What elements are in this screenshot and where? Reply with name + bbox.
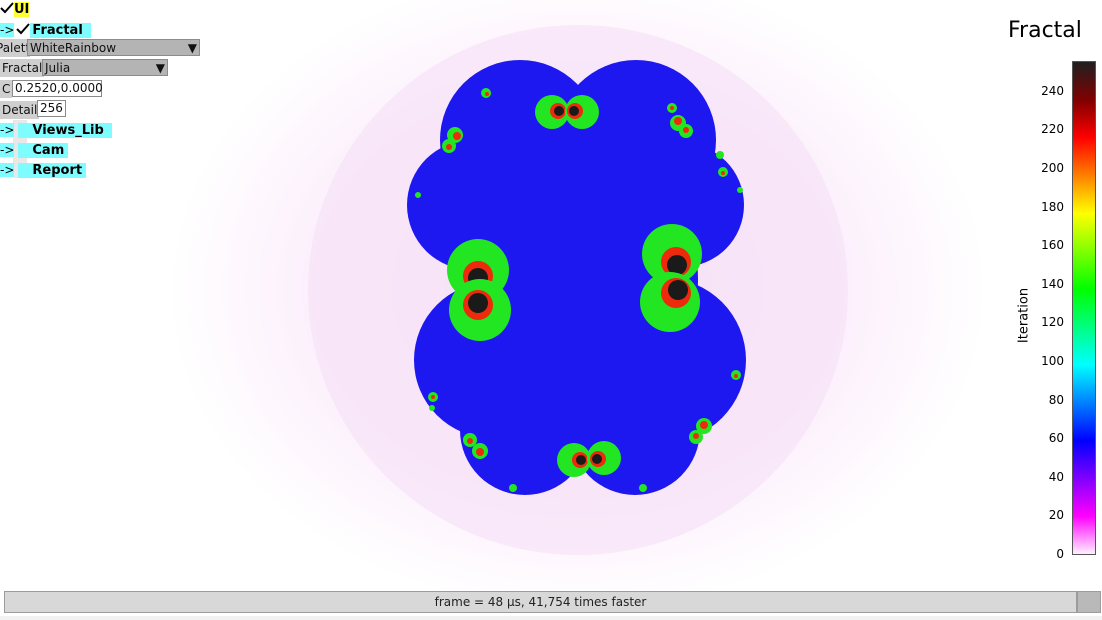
colorbar-tick-label: 120 <box>1041 315 1064 330</box>
colorbar-tick-label: 180 <box>1041 199 1064 214</box>
ui-toggle-label: UI <box>14 2 30 17</box>
colorbar-title: Fractal <box>1008 18 1082 43</box>
fractal-type-label: Fractal <box>0 59 45 77</box>
section-label: Report <box>18 163 87 178</box>
status-bar-handle[interactable] <box>1077 591 1101 613</box>
colorbar-tick-label: 80 <box>1048 392 1064 407</box>
checkmark-icon <box>0 1 14 15</box>
palette-value: WhiteRainbow <box>30 41 117 55</box>
section-views-lib[interactable]: -> Views_Lib <box>0 121 112 139</box>
dropdown-arrow-icon: ▼ <box>187 41 197 55</box>
checkmark-icon <box>16 22 31 36</box>
section-label: Views_Lib <box>18 123 112 138</box>
fractal-type-value: Julia <box>45 61 71 75</box>
section-cam[interactable]: -> Cam <box>0 141 69 159</box>
ui-toggle-row[interactable]: UI <box>0 0 30 18</box>
colorbar-tick-label: 240 <box>1041 83 1064 98</box>
fractal-toggle-row[interactable]: -> Fractal <box>0 21 91 39</box>
colorbar-tick-label: 40 <box>1048 469 1064 484</box>
julia-set-render <box>170 0 986 590</box>
colorbar-tick-label: 200 <box>1041 161 1064 176</box>
expand-arrow-icon: -> <box>0 163 15 177</box>
palette-label: Palett <box>0 39 30 57</box>
dropdown-arrow-icon: ▼ <box>155 61 165 75</box>
c-input[interactable]: 0.2520,0.0000 <box>12 80 103 97</box>
detail-input[interactable]: 256 <box>37 100 66 117</box>
status-bar: frame = 48 µs, 41,754 times faster <box>4 591 1077 613</box>
colorbar-tick-label: 140 <box>1041 276 1064 291</box>
colorbar-tick-label: 0 <box>1056 547 1064 561</box>
c-label: C <box>0 80 13 98</box>
colorbar-tick-label: 20 <box>1048 508 1064 523</box>
section-label: Cam <box>18 143 69 158</box>
detail-label: Detail <box>0 101 40 119</box>
fractal-type-dropdown[interactable]: Julia ▼ <box>42 59 168 76</box>
expand-arrow-icon: -> <box>0 123 15 137</box>
colorbar-axis-label: Iteration <box>1016 287 1032 344</box>
bottom-edge <box>0 616 1102 620</box>
colorbar-tick-label: 60 <box>1048 431 1064 446</box>
fractal-toggle-label: Fractal <box>30 23 91 38</box>
colorbar-tick-label: 100 <box>1041 354 1064 369</box>
colorbar-tick-label: 160 <box>1041 238 1064 253</box>
expand-arrow-icon: -> <box>0 143 15 157</box>
colorbar-tick-label: 220 <box>1041 122 1064 137</box>
colorbar-gradient <box>1072 61 1096 555</box>
fractal-viewport[interactable] <box>0 0 1102 590</box>
section-report[interactable]: -> Report <box>0 161 87 179</box>
palette-dropdown[interactable]: WhiteRainbow ▼ <box>27 39 200 56</box>
expand-arrow-icon: -> <box>0 23 15 37</box>
